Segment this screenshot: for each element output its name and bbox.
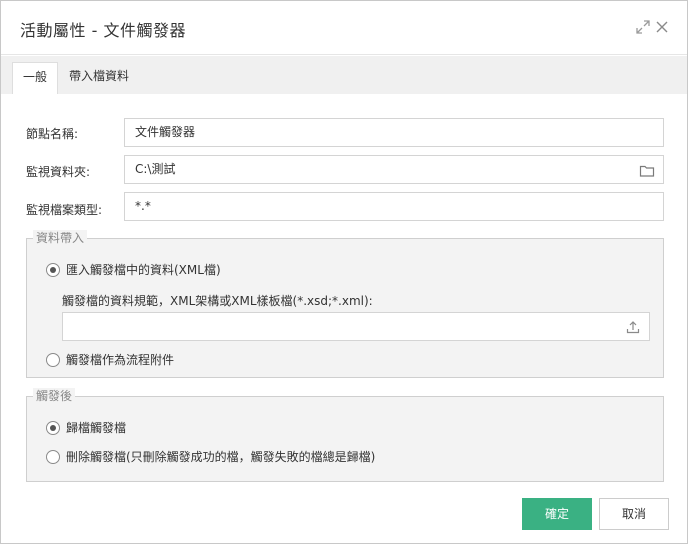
after-trigger-group: 觸發後 歸檔觸發檔 刪除觸發檔(只刪除觸發成功的檔，觸發失敗的檔總是歸檔) bbox=[26, 388, 664, 482]
expand-arrows-icon[interactable] bbox=[635, 19, 651, 35]
close-icon[interactable] bbox=[654, 19, 670, 35]
attach-radio[interactable] bbox=[46, 352, 60, 367]
delete-label: 刪除觸發檔(只刪除觸發成功的檔，觸發失敗的檔總是歸檔) bbox=[66, 450, 376, 464]
import-xml-label: 匯入觸發檔中的資料(XML檔) bbox=[66, 263, 221, 277]
delete-radio[interactable] bbox=[46, 449, 60, 464]
data-import-legend: 資料帶入 bbox=[33, 230, 88, 246]
dialog-title: 活動屬性 - 文件觸發器 bbox=[20, 21, 186, 40]
file-type-input[interactable]: *.* bbox=[124, 192, 664, 221]
archive-label: 歸檔觸發檔 bbox=[66, 421, 127, 435]
title-bar: 活動屬性 - 文件觸發器 bbox=[1, 1, 687, 55]
attach-label: 觸發檔作為流程附件 bbox=[66, 353, 175, 367]
watch-folder-value: C:\測試 bbox=[135, 162, 176, 176]
node-name-input[interactable]: 文件觸發器 bbox=[124, 118, 664, 147]
tab-bar: 一般 帶入檔資料 bbox=[1, 56, 687, 94]
watch-folder-input[interactable]: C:\測試 bbox=[124, 155, 664, 184]
attach-option[interactable]: 觸發檔作為流程附件 bbox=[46, 351, 174, 368]
upload-icon[interactable] bbox=[625, 319, 641, 335]
node-name-label: 節點名稱: bbox=[26, 127, 79, 141]
tab-general[interactable]: 一般 bbox=[12, 62, 59, 94]
archive-option[interactable]: 歸檔觸發檔 bbox=[46, 419, 126, 436]
spec-file-input[interactable] bbox=[62, 312, 650, 341]
tab-import-file-data[interactable]: 帶入檔資料 bbox=[59, 62, 139, 94]
delete-option[interactable]: 刪除觸發檔(只刪除觸發成功的檔，觸發失敗的檔總是歸檔) bbox=[46, 448, 375, 465]
ok-button[interactable]: 確定 bbox=[522, 498, 592, 530]
import-xml-option[interactable]: 匯入觸發檔中的資料(XML檔) bbox=[46, 261, 221, 278]
data-import-group: 資料帶入 匯入觸發檔中的資料(XML檔) 觸發檔的資料規範，XML架構或XML樣… bbox=[26, 230, 664, 378]
spec-hint: 觸發檔的資料規範，XML架構或XML樣板檔(*.xsd;*.xml): bbox=[62, 294, 373, 308]
properties-dialog: 活動屬性 - 文件觸發器 一般 帶入檔資料 節點名稱: 文件觸發器 監視資料夾:… bbox=[0, 0, 688, 544]
watch-folder-label: 監視資料夾: bbox=[26, 165, 91, 179]
file-type-label: 監視檔案類型: bbox=[26, 203, 103, 217]
import-xml-radio[interactable] bbox=[46, 262, 60, 277]
cancel-button[interactable]: 取消 bbox=[599, 498, 669, 530]
after-trigger-legend: 觸發後 bbox=[33, 388, 76, 404]
archive-radio[interactable] bbox=[46, 420, 60, 435]
folder-icon[interactable] bbox=[639, 162, 655, 178]
